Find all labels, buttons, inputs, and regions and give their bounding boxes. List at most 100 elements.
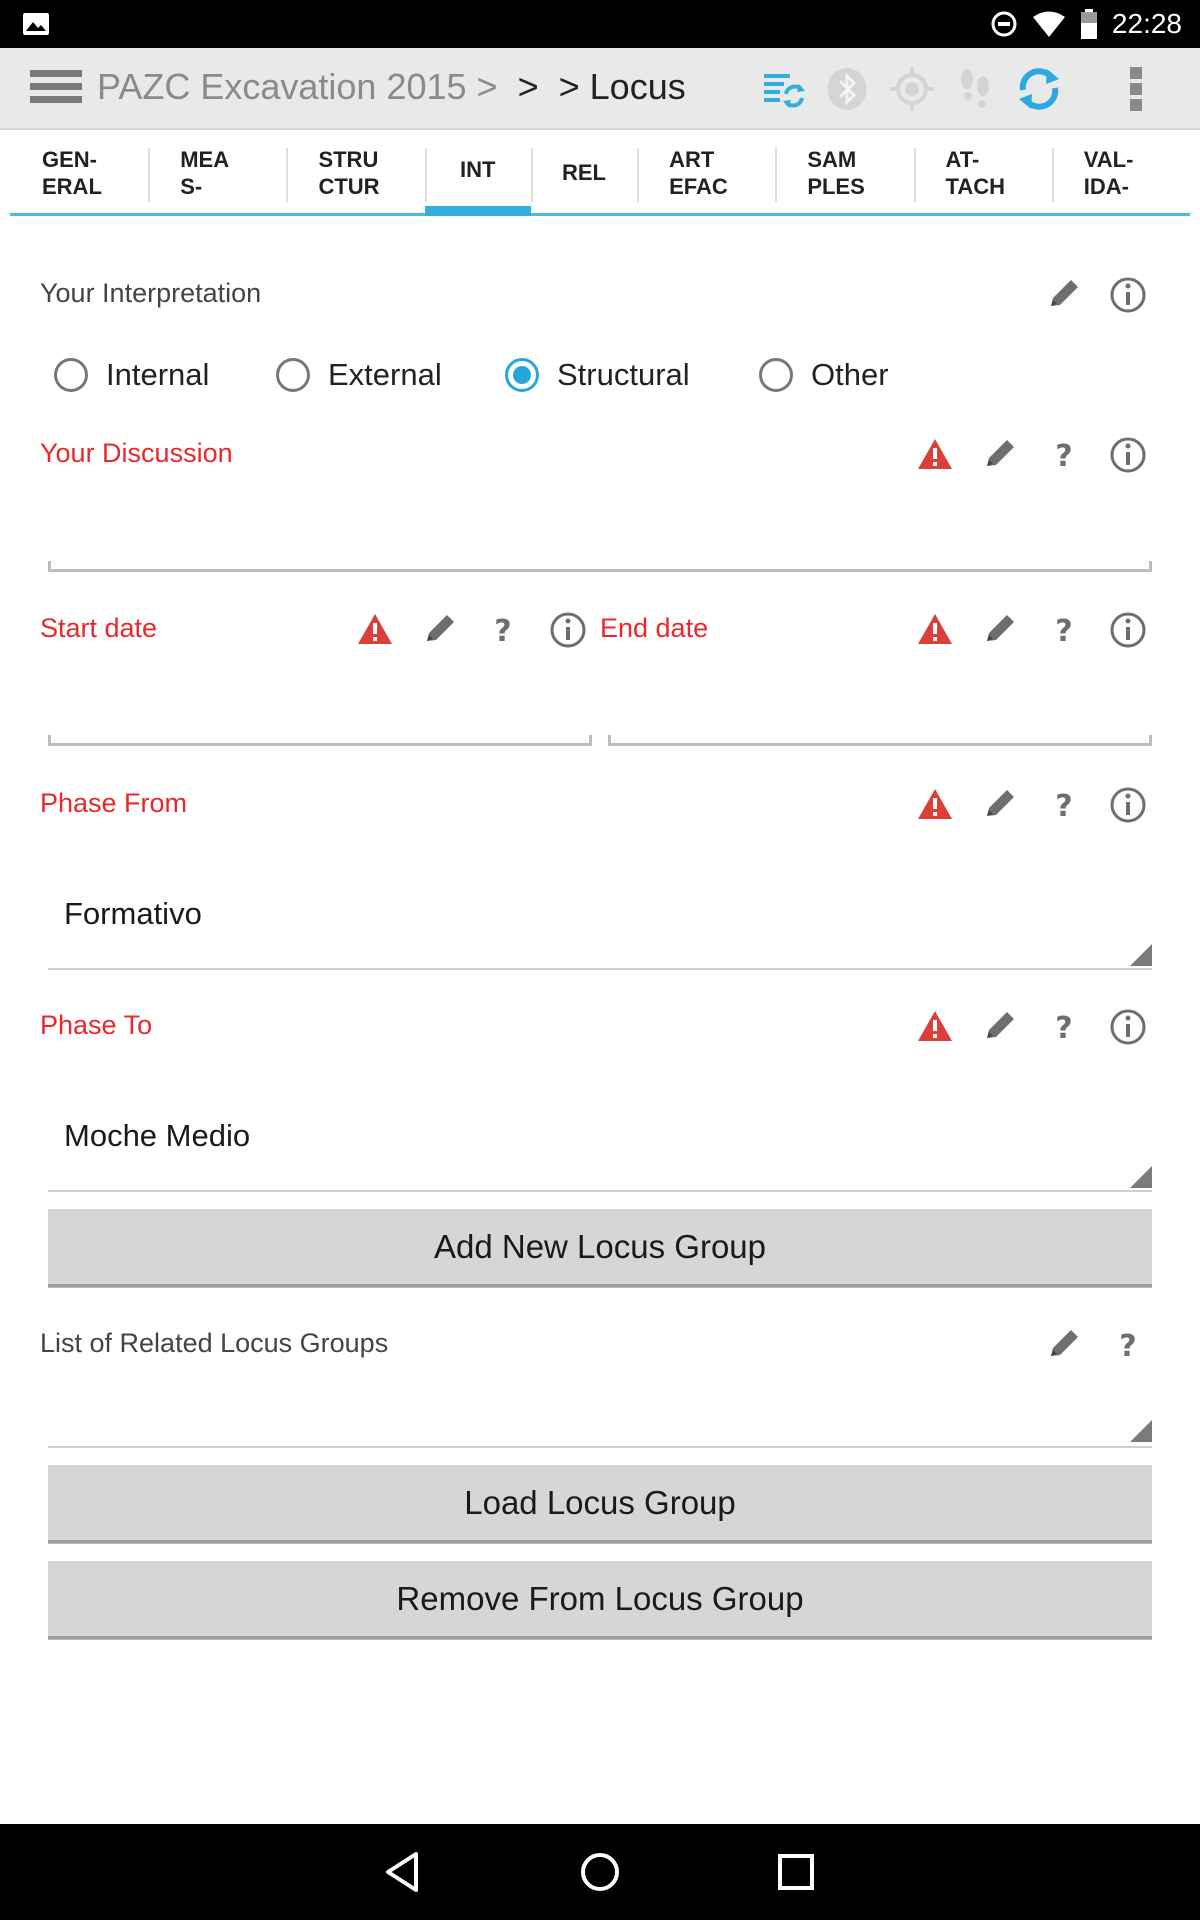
menu-icon[interactable] <box>30 70 82 108</box>
radio-label: Other <box>811 357 889 392</box>
related-groups-list[interactable] <box>48 1380 1152 1446</box>
tab-label: STRU CTUR <box>318 146 380 199</box>
edit-pencil-icon[interactable] <box>419 609 461 651</box>
edit-pencil-icon[interactable] <box>1043 1324 1085 1366</box>
radio-other[interactable]: Other <box>759 357 889 393</box>
start-date-input[interactable] <box>48 665 592 745</box>
warning-icon[interactable] <box>914 434 956 476</box>
recents-icon[interactable] <box>772 1848 820 1896</box>
svg-text:?: ? <box>1055 789 1072 824</box>
info-icon[interactable] <box>1107 434 1149 476</box>
tab-label: SAM PLES <box>807 146 865 199</box>
do-not-disturb-icon <box>991 11 1017 37</box>
radio-circle[interactable] <box>276 358 310 392</box>
edit-pencil-icon[interactable] <box>979 609 1021 651</box>
remove-from-locus-group-button[interactable]: Remove From Locus Group <box>48 1561 1152 1639</box>
svg-text:?: ? <box>1119 1329 1136 1364</box>
tab-label: VAL- IDA- <box>1083 146 1134 199</box>
add-locus-group-button[interactable]: Add New Locus Group <box>48 1209 1152 1287</box>
start-date-underline <box>48 743 592 746</box>
gps-icon[interactable] <box>887 64 937 114</box>
back-icon[interactable] <box>380 1848 428 1896</box>
warning-icon[interactable] <box>914 1006 956 1048</box>
help-question-icon[interactable]: ? <box>482 609 524 651</box>
tab-relations[interactable]: REL <box>530 132 638 216</box>
load-locus-group-button[interactable]: Load Locus Group <box>48 1465 1152 1543</box>
tab-label: ART EFAC <box>669 146 728 199</box>
field-edge <box>608 735 611 745</box>
phase-to-value: Moche Medio <box>64 1118 251 1153</box>
system-navigation-bar <box>0 1824 1200 1920</box>
radio-circle[interactable] <box>759 358 793 392</box>
help-question-icon[interactable]: ? <box>1043 434 1085 476</box>
dropdown-corner-icon <box>1130 1420 1152 1442</box>
tab-interpretation[interactable]: INT <box>424 132 531 216</box>
warning-icon[interactable] <box>914 784 956 826</box>
battery-icon <box>1080 9 1097 39</box>
overflow-menu-icon[interactable] <box>1111 64 1161 114</box>
phase-to-spinner[interactable]: Moche Medio <box>48 1092 1152 1192</box>
tab-attach[interactable]: AT- TACH <box>913 132 1052 216</box>
tab-artefacts[interactable]: ART EFAC <box>637 132 776 216</box>
breadcrumb: PAZC Excavation 2015 > > > Locus <box>97 66 686 108</box>
info-icon[interactable] <box>1107 609 1149 651</box>
info-icon[interactable] <box>1107 1006 1149 1048</box>
radio-structural[interactable]: Structural <box>505 357 690 393</box>
radio-external[interactable]: External <box>276 357 442 393</box>
info-icon[interactable] <box>547 609 589 651</box>
end-date-label: End date <box>600 613 709 643</box>
edit-pencil-icon[interactable] <box>979 1006 1021 1048</box>
edit-pencil-icon[interactable] <box>979 784 1021 826</box>
help-question-icon[interactable]: ? <box>1107 1324 1149 1366</box>
edit-pencil-icon[interactable] <box>979 434 1021 476</box>
help-question-icon[interactable]: ? <box>1043 784 1085 826</box>
help-question-icon[interactable]: ? <box>1043 609 1085 651</box>
phase-from-spinner[interactable]: Formativo <box>48 870 1152 970</box>
tab-samples[interactable]: SAM PLES <box>775 132 914 216</box>
svg-text:?: ? <box>494 614 511 649</box>
end-date-input[interactable] <box>608 665 1152 745</box>
breadcrumb-project[interactable]: PAZC Excavation 2015 > <box>97 66 498 107</box>
bluetooth-icon[interactable] <box>822 64 872 114</box>
warning-icon[interactable] <box>914 609 956 651</box>
tab-general[interactable]: GEN- ERAL <box>10 132 149 216</box>
breadcrumb-separator: > <box>517 66 539 107</box>
radio-circle-selected[interactable] <box>505 358 539 392</box>
help-question-icon[interactable]: ? <box>1043 1006 1085 1048</box>
warning-icon[interactable] <box>354 609 396 651</box>
tab-measurements[interactable]: MEA S- <box>148 132 287 216</box>
tab-label: GEN- ERAL <box>42 146 102 199</box>
tab-structure[interactable]: STRU CTUR <box>286 132 425 216</box>
wifi-icon <box>1032 11 1065 37</box>
dropdown-corner-icon <box>1130 944 1152 966</box>
phase-from-label: Phase From <box>40 788 188 818</box>
radio-circle[interactable] <box>54 358 88 392</box>
end-date-underline <box>608 743 1152 746</box>
action-bar: PAZC Excavation 2015 > > > Locus <box>0 48 1200 130</box>
info-icon[interactable] <box>1107 784 1149 826</box>
related-groups-underline <box>48 1446 1152 1448</box>
field-edge <box>48 561 51 571</box>
phase-to-underline <box>48 1190 1152 1192</box>
edit-pencil-icon[interactable] <box>1043 274 1085 316</box>
tab-label: INT <box>460 156 496 182</box>
phase-to-label: Phase To <box>40 1010 153 1040</box>
phase-from-underline <box>48 968 1152 970</box>
related-groups-label: List of Related Locus Groups <box>40 1328 389 1358</box>
image-notification-icon <box>23 13 49 35</box>
discussion-input[interactable] <box>48 490 1152 570</box>
svg-text:?: ? <box>1055 614 1072 649</box>
radio-internal[interactable]: Internal <box>54 357 209 393</box>
tracklog-footsteps-icon[interactable] <box>950 64 1000 114</box>
home-icon[interactable] <box>576 1848 624 1896</box>
dropdown-corner-icon <box>1130 1166 1152 1188</box>
tab-label: MEA S- <box>180 146 230 199</box>
radio-label: External <box>328 357 442 392</box>
sync-list-icon[interactable] <box>758 64 808 114</box>
discussion-underline <box>48 569 1152 572</box>
sync-icon[interactable] <box>1014 64 1064 114</box>
info-icon[interactable] <box>1107 274 1149 316</box>
tab-validation[interactable]: VAL- IDA- <box>1051 132 1190 216</box>
field-edge <box>1149 561 1152 571</box>
tab-bar: GEN- ERAL MEA S- STRU CTUR INT REL ART E… <box>10 132 1190 216</box>
